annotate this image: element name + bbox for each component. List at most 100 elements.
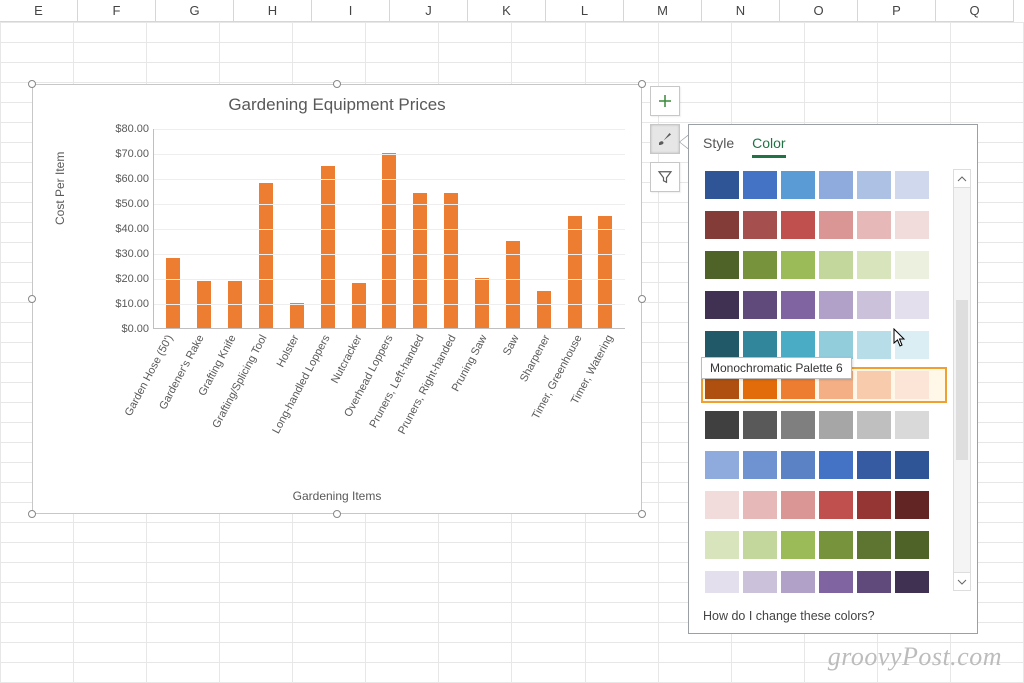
palette-swatch[interactable] — [857, 291, 891, 319]
palette-swatch[interactable] — [895, 571, 929, 593]
palette-swatch[interactable] — [781, 531, 815, 559]
bar[interactable] — [444, 193, 458, 328]
panel-help-link[interactable]: How do I change these colors? — [703, 609, 875, 623]
palette-swatch[interactable] — [895, 211, 929, 239]
palette-list[interactable] — [701, 167, 947, 593]
palette-swatch[interactable] — [743, 291, 777, 319]
palette-swatch[interactable] — [743, 411, 777, 439]
palette-swatch[interactable] — [781, 451, 815, 479]
resize-handle[interactable] — [333, 510, 341, 518]
palette-swatch[interactable] — [705, 331, 739, 359]
column-header[interactable]: J — [390, 0, 468, 21]
bar[interactable] — [475, 278, 489, 328]
palette-swatch[interactable] — [781, 171, 815, 199]
resize-handle[interactable] — [28, 80, 36, 88]
palette-swatch[interactable] — [743, 331, 777, 359]
palette-row[interactable] — [701, 207, 947, 243]
column-header[interactable]: F — [78, 0, 156, 21]
scroll-up-button[interactable] — [954, 170, 970, 188]
tab-style[interactable]: Style — [703, 135, 734, 158]
palette-swatch[interactable] — [819, 211, 853, 239]
palette-swatch[interactable] — [895, 251, 929, 279]
palette-swatch[interactable] — [857, 171, 891, 199]
palette-swatch[interactable] — [705, 531, 739, 559]
palette-swatch[interactable] — [781, 291, 815, 319]
bar[interactable] — [166, 258, 180, 328]
scrollbar-thumb[interactable] — [956, 300, 968, 460]
palette-swatch[interactable] — [819, 171, 853, 199]
palette-row[interactable] — [701, 527, 947, 563]
resize-handle[interactable] — [638, 80, 646, 88]
palette-swatch[interactable] — [705, 171, 739, 199]
palette-swatch[interactable] — [781, 251, 815, 279]
palette-swatch[interactable] — [895, 531, 929, 559]
column-header[interactable]: H — [234, 0, 312, 21]
palette-swatch[interactable] — [781, 211, 815, 239]
palette-swatch[interactable] — [895, 371, 929, 399]
resize-handle[interactable] — [638, 295, 646, 303]
palette-swatch[interactable] — [743, 571, 777, 593]
palette-swatch[interactable] — [819, 531, 853, 559]
resize-handle[interactable] — [333, 80, 341, 88]
column-header[interactable]: G — [156, 0, 234, 21]
palette-swatch[interactable] — [743, 531, 777, 559]
chart-title[interactable]: Gardening Equipment Prices — [33, 85, 641, 119]
palette-swatch[interactable] — [743, 171, 777, 199]
bar[interactable] — [352, 283, 366, 328]
palette-swatch[interactable] — [857, 451, 891, 479]
palette-swatch[interactable] — [705, 211, 739, 239]
column-header[interactable]: Q — [936, 0, 1014, 21]
bar[interactable] — [537, 291, 551, 329]
palette-row[interactable] — [701, 407, 947, 443]
bar[interactable] — [568, 216, 582, 329]
palette-swatch[interactable] — [705, 291, 739, 319]
tab-color[interactable]: Color — [752, 135, 785, 158]
palette-swatch[interactable] — [857, 491, 891, 519]
palette-row[interactable] — [701, 567, 947, 593]
palette-swatch[interactable] — [705, 451, 739, 479]
column-header[interactable]: E — [0, 0, 78, 21]
y-axis-title[interactable]: Cost Per Item — [53, 152, 67, 225]
palette-swatch[interactable] — [819, 291, 853, 319]
palette-swatch[interactable] — [857, 531, 891, 559]
plot-area[interactable] — [153, 129, 625, 329]
resize-handle[interactable] — [28, 510, 36, 518]
chart-add-element-button[interactable] — [650, 86, 680, 116]
palette-swatch[interactable] — [857, 371, 891, 399]
scroll-down-button[interactable] — [954, 572, 970, 590]
palette-swatch[interactable] — [895, 171, 929, 199]
column-header[interactable]: K — [468, 0, 546, 21]
chart-styles-button[interactable] — [650, 124, 680, 154]
column-header[interactable]: M — [624, 0, 702, 21]
palette-swatch[interactable] — [743, 251, 777, 279]
palette-swatch[interactable] — [781, 571, 815, 593]
palette-swatch[interactable] — [705, 571, 739, 593]
palette-row[interactable] — [701, 167, 947, 203]
palette-swatch[interactable] — [857, 331, 891, 359]
column-header[interactable]: L — [546, 0, 624, 21]
palette-swatch[interactable] — [705, 491, 739, 519]
palette-swatch[interactable] — [743, 491, 777, 519]
palette-swatch[interactable] — [705, 251, 739, 279]
palette-swatch[interactable] — [819, 571, 853, 593]
bar[interactable] — [290, 303, 304, 328]
chart-object[interactable]: Gardening Equipment Prices Cost Per Item… — [32, 84, 642, 514]
palette-swatch[interactable] — [857, 211, 891, 239]
x-axis-title[interactable]: Gardening Items — [33, 489, 641, 503]
palette-swatch[interactable] — [895, 451, 929, 479]
palette-row[interactable] — [701, 487, 947, 523]
palette-swatch[interactable] — [895, 291, 929, 319]
palette-swatch[interactable] — [857, 571, 891, 593]
palette-swatch[interactable] — [781, 331, 815, 359]
palette-swatch[interactable] — [895, 331, 929, 359]
panel-scrollbar[interactable] — [953, 169, 971, 591]
bar[interactable] — [413, 193, 427, 328]
palette-row[interactable] — [701, 447, 947, 483]
palette-swatch[interactable] — [857, 411, 891, 439]
column-header[interactable]: P — [858, 0, 936, 21]
palette-swatch[interactable] — [743, 211, 777, 239]
palette-swatch[interactable] — [895, 411, 929, 439]
palette-swatch[interactable] — [743, 451, 777, 479]
column-header[interactable]: N — [702, 0, 780, 21]
palette-swatch[interactable] — [705, 411, 739, 439]
